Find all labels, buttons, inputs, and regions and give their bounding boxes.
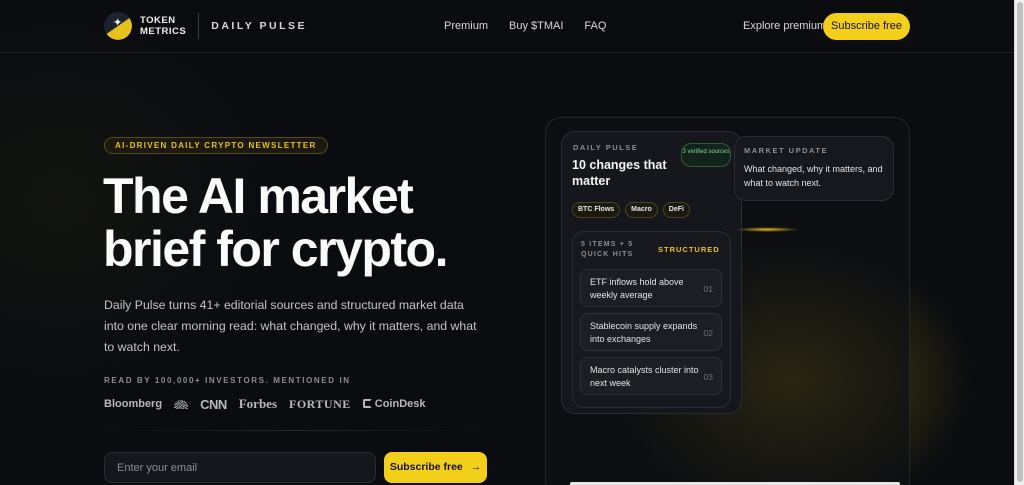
- press-logos: Bloomberg CNN Forbes FORTUNE CoinDesk: [104, 396, 426, 412]
- explore-premium-link[interactable]: Explore premium: [743, 20, 826, 32]
- nav-premium[interactable]: Premium: [444, 20, 488, 32]
- read-by-label: READ BY 100,000+ INVESTORS. MENTIONED IN: [104, 376, 351, 385]
- nbc-peacock-icon: [174, 399, 189, 409]
- list-item-text: ETF inflows hold above weekly average: [590, 277, 684, 300]
- forbes-logo: Forbes: [238, 396, 278, 411]
- list-item: Stablecoin supply expands into exchanges…: [580, 313, 722, 351]
- chip-defi: DeFi: [662, 202, 690, 218]
- items-label: 5 ITEMS + 5 QUICK HITS: [581, 241, 634, 258]
- bloomberg-logo: Bloomberg: [104, 398, 163, 410]
- card-title: 10 changes that matter: [572, 158, 667, 188]
- nav-faq[interactable]: FAQ: [584, 20, 606, 32]
- list-item-number: 01: [703, 284, 713, 294]
- coindesk-icon: [362, 399, 372, 408]
- list-item-number: 02: [703, 328, 713, 338]
- header: ✦ TOKEN METRICS DAILY PULSE Premium Buy …: [0, 0, 1014, 53]
- hero-title: The AI market brief for crypto.: [103, 170, 523, 276]
- topic-chips: BTC Flows Macro DeFi: [572, 202, 690, 218]
- subscribe-button-label: Subscribe free: [389, 461, 463, 473]
- verified-sources-badge: 3 verified sources: [681, 143, 731, 167]
- product-name: DAILY PULSE: [211, 20, 308, 32]
- logo-divider: [198, 13, 200, 39]
- subscribe-button-header[interactable]: Subscribe free: [823, 13, 910, 40]
- tagline-badge: AI-DRIVEN DAILY CRYPTO NEWSLETTER: [104, 137, 328, 154]
- logo-line2: METRICS: [140, 26, 187, 37]
- list-item: Macro catalysts cluster into next week 0…: [580, 357, 722, 395]
- scrollbar[interactable]: [1014, 0, 1024, 485]
- arrow-right-icon: →: [470, 461, 482, 473]
- list-item-text: Macro catalysts cluster into next week: [590, 365, 699, 388]
- list-item-number: 03: [703, 372, 713, 382]
- coindesk-label: CoinDesk: [374, 398, 426, 410]
- email-input[interactable]: [104, 452, 376, 483]
- list-item-text: Stablecoin supply expands into exchanges: [590, 321, 698, 344]
- list-item: ETF inflows hold above weekly average 01: [580, 269, 722, 307]
- coindesk-logo: CoinDesk: [362, 398, 426, 410]
- cnn-logo: CNN: [200, 396, 227, 412]
- market-update-label: MARKET UPDATE: [744, 146, 828, 155]
- logo-line1: TOKEN: [140, 15, 176, 26]
- chip-btc-flows: BTC Flows: [572, 202, 621, 218]
- hero-title-line2: brief for crypto.: [103, 221, 448, 277]
- token-metrics-logo-icon: ✦: [104, 12, 132, 40]
- page: ✦ TOKEN METRICS DAILY PULSE Premium Buy …: [0, 0, 1024, 485]
- glow-accent: [735, 227, 799, 232]
- market-update-text: What changed, why it matters, and what t…: [744, 164, 883, 188]
- hero-title-line1: The AI market: [103, 168, 414, 224]
- nav-buy-tmai[interactable]: Buy $TMAI: [509, 20, 563, 32]
- hero-subtitle: Daily Pulse turns 41+ editorial sources …: [104, 298, 477, 354]
- subscribe-button[interactable]: Subscribe free →: [384, 452, 487, 483]
- fortune-logo: FORTUNE: [289, 396, 351, 411]
- main-nav: Premium Buy $TMAI FAQ: [444, 20, 606, 32]
- divider: [104, 430, 484, 431]
- chip-macro: Macro: [625, 202, 658, 218]
- structured-label: STRUCTURED: [658, 245, 720, 254]
- logo[interactable]: ✦ TOKEN METRICS DAILY PULSE: [104, 12, 307, 40]
- card-label: DAILY PULSE: [573, 143, 639, 152]
- logo-text: TOKEN METRICS: [140, 15, 186, 37]
- scrollbar-thumb[interactable]: [1017, 2, 1023, 482]
